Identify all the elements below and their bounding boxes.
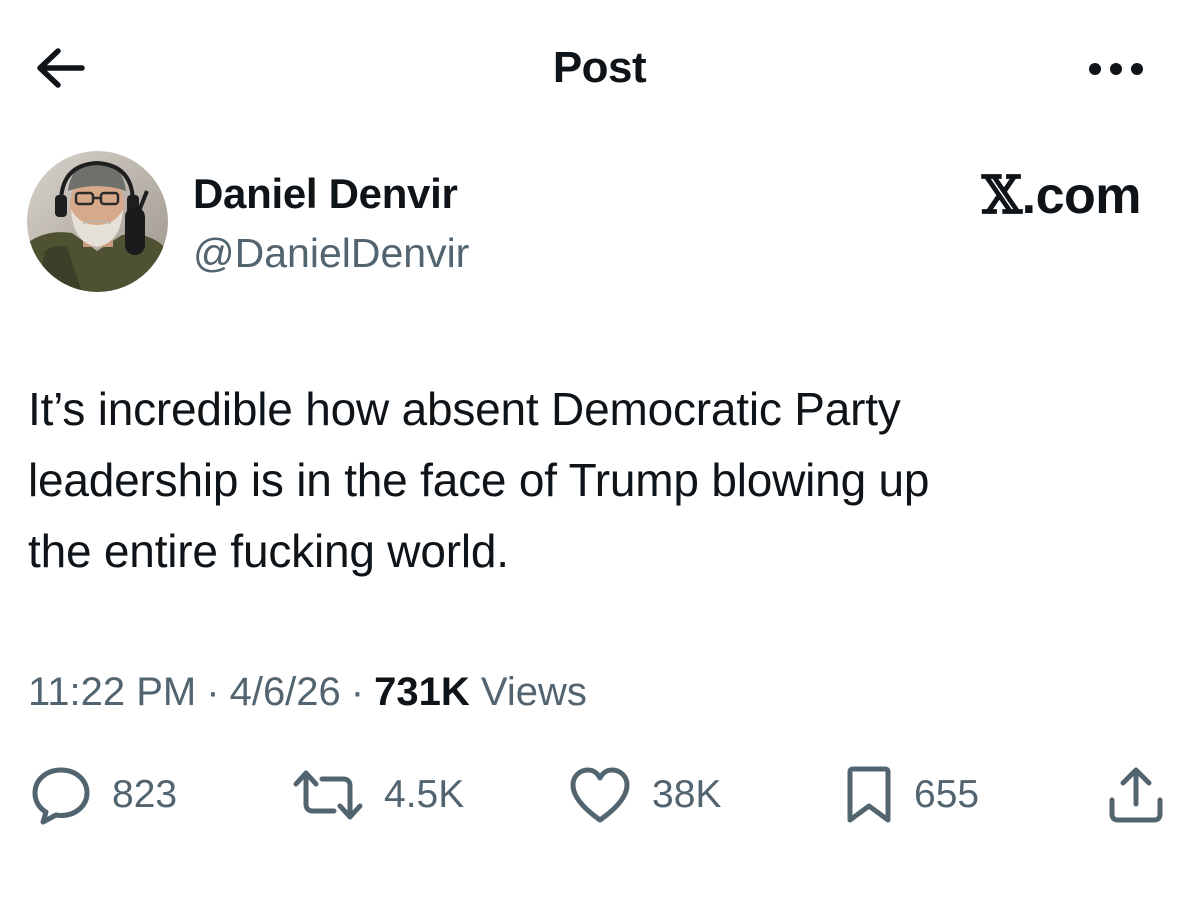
reply-icon [32, 767, 90, 825]
avatar[interactable] [27, 151, 168, 292]
share-button[interactable] [1104, 762, 1168, 828]
more-horizontal-icon [1089, 63, 1143, 75]
share-icon [1109, 767, 1163, 823]
views-count: 731K [374, 670, 470, 714]
author-display-name[interactable]: Daniel Denvir [193, 166, 458, 222]
heart-icon [570, 767, 630, 823]
more-options-button[interactable] [1076, 44, 1156, 94]
repost-icon [293, 770, 363, 820]
post-text: It’s incredible how absent Democratic Pa… [28, 383, 930, 577]
like-count: 38K [652, 773, 722, 816]
x-logo: 𝕏 [981, 165, 1022, 226]
reply-button[interactable]: 823 [30, 762, 177, 828]
post-meta: 11:22 PM · 4/6/26 · 731K Views [28, 664, 587, 720]
bookmark-button[interactable]: 655 [844, 762, 979, 828]
arrow-left-icon [37, 48, 85, 88]
repost-count: 4.5K [384, 773, 465, 816]
back-button[interactable] [28, 38, 92, 98]
meta-separator: · [350, 670, 365, 714]
like-button[interactable]: 38K [568, 762, 721, 828]
bookmark-count: 655 [914, 773, 980, 816]
views-label: Views [480, 670, 587, 714]
page-title: Post [552, 43, 647, 92]
site-domain: .com [1021, 167, 1142, 225]
meta-separator: · [206, 670, 220, 714]
repost-button[interactable]: 4.5K [292, 762, 464, 828]
author-handle[interactable]: @DanielDenvir [193, 225, 469, 281]
site-watermark: 𝕏.com [981, 164, 1142, 228]
post-date[interactable]: 4/6/26 [230, 670, 341, 714]
bookmark-icon [847, 766, 891, 823]
avatar-photo [27, 151, 168, 292]
post-time[interactable]: 11:22 PM [28, 670, 196, 714]
reply-count: 823 [112, 773, 178, 816]
